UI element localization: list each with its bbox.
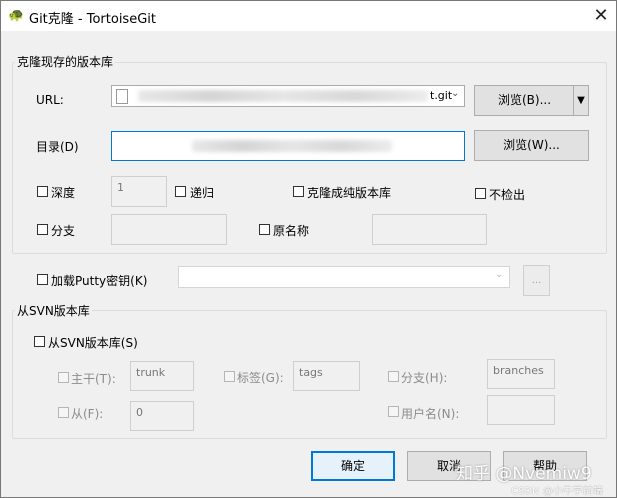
url-combobox[interactable]: t.git ⌄ — [111, 85, 465, 107]
depth-input[interactable]: 1 — [111, 176, 167, 207]
from-rev-checkbox[interactable] — [58, 407, 69, 418]
url-visible-text: t.git — [430, 89, 453, 102]
trunk-checkbox[interactable] — [58, 372, 69, 383]
branch-label: 分支 — [51, 224, 76, 238]
url-label: URL: — [36, 93, 64, 107]
bare-label: 克隆成纯版本库 — [307, 186, 392, 200]
from-rev-input[interactable]: 0 — [130, 401, 194, 431]
bare-checkbox[interactable] — [293, 186, 304, 197]
dir-redaction — [192, 140, 392, 152]
browse-dir-button[interactable]: 浏览(W)... — [474, 130, 589, 161]
depth-label: 深度 — [51, 186, 76, 200]
title-bar: 🐢 Git克隆 - TortoiseGit ✕ — [1, 1, 616, 31]
tags-checkbox[interactable] — [224, 371, 235, 382]
recursive-checkbox[interactable] — [175, 186, 186, 197]
no-checkout-label: 不检出 — [489, 188, 526, 202]
dir-input[interactable] — [111, 131, 465, 161]
csdn-watermark: CSDN @小牛学前端 — [511, 486, 603, 497]
tags-input[interactable]: tags — [293, 361, 360, 391]
from-svn-label: 从SVN版本库(S) — [48, 336, 138, 350]
chevron-down-icon: ⌄ — [495, 269, 504, 280]
branch-input[interactable] — [111, 214, 227, 245]
username-checkbox[interactable] — [388, 406, 399, 417]
origin-checkbox[interactable] — [259, 224, 270, 235]
tortoisegit-icon: 🐢 — [8, 8, 25, 23]
svn-branch-label: 分支(H): — [401, 371, 448, 385]
username-label: 用户名(N): — [401, 407, 460, 421]
tags-label: 标签(G): — [237, 371, 284, 385]
url-redaction — [138, 90, 428, 102]
browse-url-dropdown-button[interactable]: ▼ — [573, 85, 589, 116]
browse-url-button[interactable]: 浏览(B)... — [474, 85, 574, 116]
branch-checkbox[interactable] — [37, 224, 48, 235]
file-icon — [116, 89, 128, 104]
no-checkout-checkbox[interactable] — [475, 188, 486, 199]
svn-branch-checkbox[interactable] — [388, 371, 399, 382]
svn-branch-input[interactable]: branches — [487, 359, 555, 389]
putty-key-combobox[interactable]: ⌄ — [178, 266, 510, 288]
close-icon[interactable]: ✕ — [590, 6, 612, 26]
trunk-label: 主干(T): — [71, 372, 116, 386]
trunk-input[interactable]: trunk — [130, 361, 194, 391]
zhihu-watermark: 知乎 @Nvemiw9 — [456, 464, 592, 484]
clone-dialog: 🐢 Git克隆 - TortoiseGit ✕ 克隆现存的版本库 URL: t.… — [0, 0, 617, 498]
dir-label: 目录(D) — [36, 140, 79, 154]
clone-group-legend: 克隆现存的版本库 — [15, 53, 116, 70]
ok-button[interactable]: 确定 — [311, 451, 395, 481]
svn-group-legend: 从SVN版本库 — [15, 302, 92, 319]
from-svn-checkbox[interactable] — [34, 336, 45, 347]
recursive-label: 递归 — [190, 186, 215, 200]
putty-browse-button[interactable]: ... — [523, 265, 550, 296]
depth-checkbox[interactable] — [37, 186, 48, 197]
username-input[interactable] — [487, 395, 555, 425]
origin-input[interactable] — [372, 214, 487, 245]
from-rev-label: 从(F): — [71, 407, 104, 421]
origin-label: 原名称 — [273, 224, 310, 238]
putty-label: 加载Putty密钥(K) — [51, 274, 148, 288]
chevron-down-icon: ⌄ — [451, 88, 460, 99]
window-title: Git克隆 - TortoiseGit — [29, 12, 156, 27]
putty-checkbox[interactable] — [37, 274, 48, 285]
